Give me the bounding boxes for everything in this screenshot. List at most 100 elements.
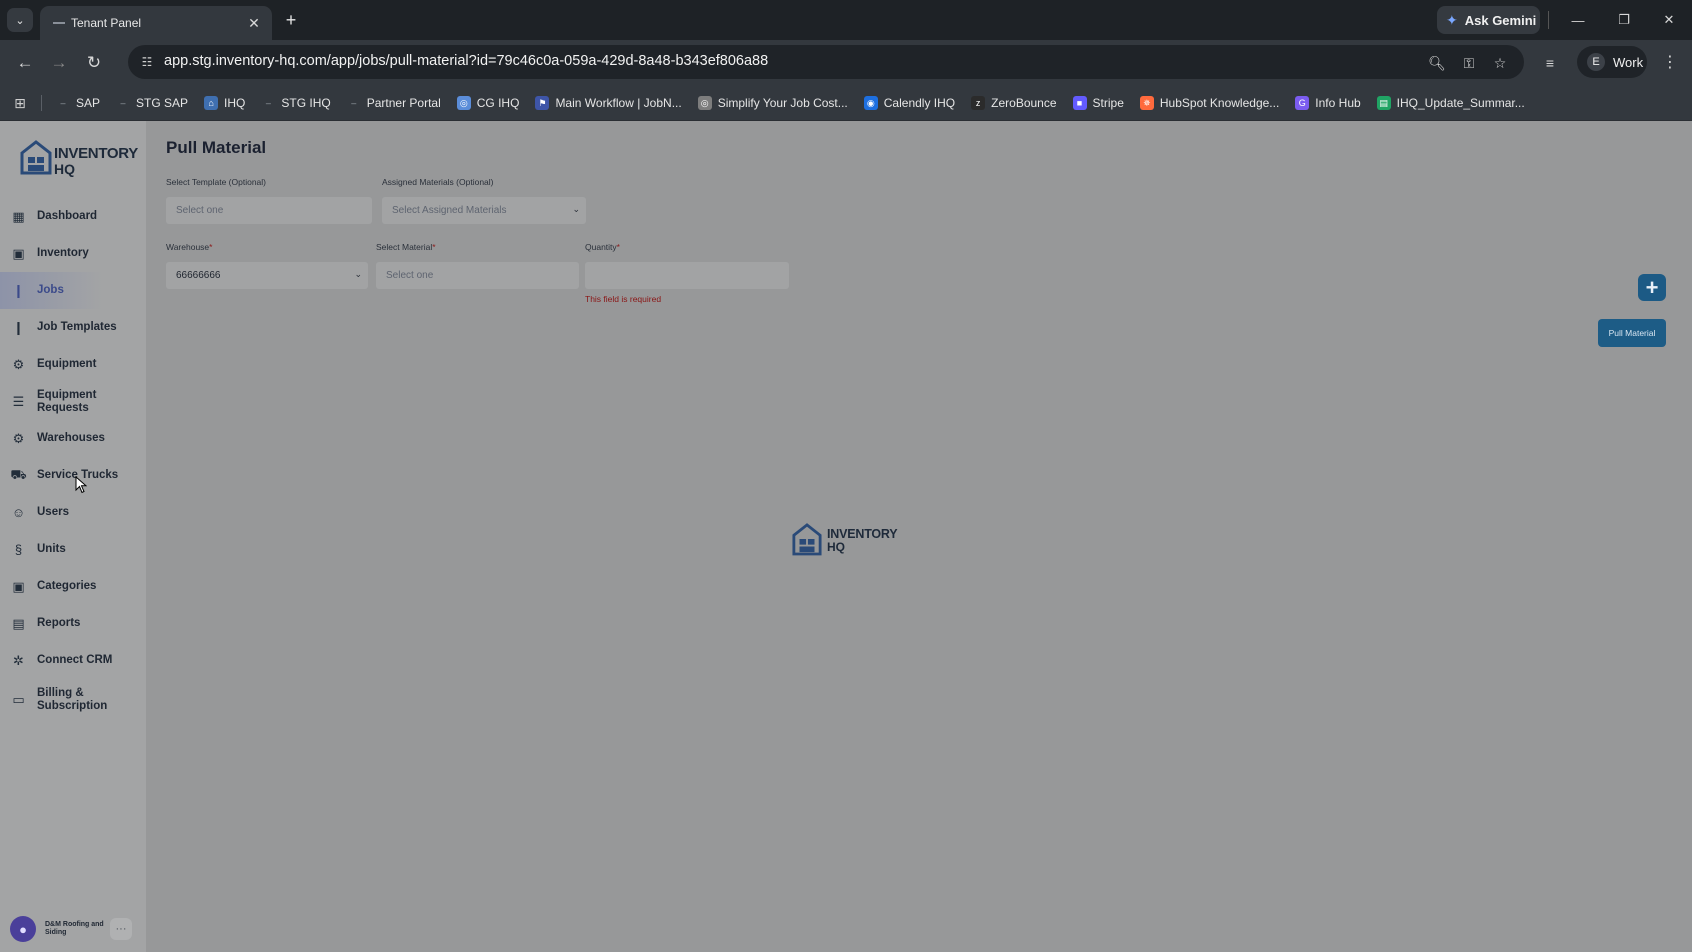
sidebar-item-inventory[interactable]: ▣ Inventory bbox=[0, 235, 146, 272]
required-asterisk: * bbox=[209, 242, 213, 252]
sidebar-item-warehouses[interactable]: ⚙ Warehouses bbox=[0, 420, 146, 457]
profile-button[interactable]: E Work bbox=[1577, 46, 1647, 78]
minimize-icon[interactable]: — bbox=[1563, 8, 1593, 32]
bookmark-label: Info Hub bbox=[1315, 96, 1361, 110]
bookmark-item[interactable]: ⌂ IHQ bbox=[204, 96, 245, 110]
grid-icon: ▦ bbox=[12, 208, 25, 224]
chevron-down-icon: ⌄ bbox=[354, 269, 362, 279]
page-title: Pull Material bbox=[166, 138, 267, 157]
account-card[interactable]: ● D&M Roofing and Siding ··· bbox=[10, 914, 136, 944]
sidebar-item-equipment[interactable]: ⚙ Equipment bbox=[0, 346, 146, 383]
sheet-icon: ▤ bbox=[1376, 96, 1391, 110]
brand-line2: HQ bbox=[54, 161, 75, 177]
bookmark-label: Partner Portal bbox=[366, 96, 441, 110]
pull-material-button[interactable]: Pull Material bbox=[1598, 319, 1666, 347]
chevron-down-icon: ⌄ bbox=[572, 204, 580, 214]
account-avatar-icon: ● bbox=[10, 916, 36, 942]
warehouse-logo-icon bbox=[20, 140, 52, 175]
zoom-icon[interactable]: 🔍︎ bbox=[1427, 53, 1447, 73]
bookmark-item[interactable]: ◉ Calendly IHQ bbox=[863, 96, 955, 110]
bookmark-label: STG SAP bbox=[136, 96, 189, 110]
gemini-sparkle-icon: ✦ bbox=[1446, 11, 1458, 28]
sidebar-item-billing-subscription[interactable]: ▭ Billing & Subscription bbox=[0, 679, 146, 721]
bookmark-item[interactable]: – Partner Portal bbox=[347, 96, 441, 110]
quantity-label: Quantity* bbox=[585, 242, 620, 252]
g-icon: G bbox=[1295, 96, 1310, 110]
tools-icon: ⚙ bbox=[12, 430, 25, 446]
warehouse-label: Warehouse* bbox=[166, 242, 212, 252]
assigned-materials-select[interactable]: Select Assigned Materials ⌄ bbox=[382, 197, 586, 224]
bookmark-item[interactable]: – STG SAP bbox=[116, 96, 189, 110]
tab-list-chevron-icon[interactable]: ⌄ bbox=[7, 8, 33, 32]
assigned-materials-label: Assigned Materials (Optional) bbox=[382, 177, 494, 187]
dash-icon: – bbox=[265, 98, 271, 108]
sidebar-item-job-templates[interactable]: ❙ Job Templates bbox=[0, 309, 146, 346]
address-bar[interactable]: ☷ app.stg.inventory-hq.com/app/jobs/pull… bbox=[128, 45, 1524, 79]
sidebar-item-jobs[interactable]: ❙ Jobs bbox=[0, 272, 146, 309]
sidebar-item-equipment-requests[interactable]: ☰ Equipment Requests bbox=[0, 383, 146, 420]
sidebar-item-units[interactable]: § Units bbox=[0, 531, 146, 568]
bookmark-item[interactable]: z ZeroBounce bbox=[971, 96, 1057, 110]
warehouse-value: 66666666 bbox=[176, 270, 221, 281]
units-icon: § bbox=[14, 542, 23, 557]
bar-chart-icon: ❙ bbox=[13, 282, 24, 298]
loading-logo: INVENTORY HQ bbox=[792, 520, 912, 560]
sidebar-item-reports[interactable]: ▤ Reports bbox=[0, 605, 146, 642]
browser-toolbar: ← → ↻ ☷ app.stg.inventory-hq.com/app/job… bbox=[0, 40, 1692, 85]
material-select[interactable]: Select one bbox=[376, 262, 579, 289]
card-icon: ▭ bbox=[12, 692, 25, 707]
bookmark-item[interactable]: ◎ Simplify Your Job Cost... bbox=[697, 96, 848, 110]
bookmark-item[interactable]: – SAP bbox=[56, 96, 100, 110]
bookmark-item[interactable]: ⚑ Main Workflow | JobN... bbox=[535, 96, 682, 110]
profile-name: Work bbox=[1613, 54, 1644, 70]
sidebar-item-users[interactable]: ☺ Users bbox=[0, 494, 146, 531]
bookmark-item[interactable]: G Info Hub bbox=[1295, 96, 1361, 110]
new-tab-plus-icon[interactable]: + bbox=[279, 9, 303, 31]
bookmark-item[interactable]: ✵ HubSpot Knowledge... bbox=[1139, 96, 1279, 110]
close-window-icon[interactable]: ✕ bbox=[1654, 8, 1684, 32]
tab-close-icon[interactable]: ✕ bbox=[244, 13, 264, 33]
bookmarks-separator bbox=[41, 95, 42, 111]
brand-logo[interactable]: INVENTORY HQ bbox=[20, 139, 138, 179]
add-row-button[interactable]: + bbox=[1638, 274, 1666, 301]
site-settings-icon[interactable]: ☷ bbox=[137, 52, 157, 72]
quantity-input[interactable] bbox=[585, 262, 789, 289]
warehouse-logo-icon bbox=[792, 523, 822, 556]
warehouse-select[interactable]: 66666666 ⌄ bbox=[166, 262, 368, 289]
required-asterisk: * bbox=[432, 242, 436, 252]
material-placeholder: Select one bbox=[386, 270, 434, 281]
sidebar-item-connect-crm[interactable]: ✲ Connect CRM bbox=[0, 642, 146, 679]
sidebar: INVENTORY HQ ▦ Dashboard ▣ Inventory ❙ Jobs ❙ J… bbox=[0, 121, 146, 952]
forward-arrow-icon[interactable]: → bbox=[47, 51, 71, 75]
tabbar-separator bbox=[1548, 11, 1549, 29]
sidebar-item-label: Reports bbox=[37, 617, 81, 629]
bookmark-item[interactable]: ◎ CG IHQ bbox=[456, 96, 519, 110]
apps-grid-icon[interactable]: ⊞ bbox=[11, 94, 29, 112]
url-text[interactable]: app.stg.inventory-hq.com/app/jobs/pull-m… bbox=[164, 53, 768, 69]
bookmark-item[interactable]: – STG IHQ bbox=[261, 96, 331, 110]
mouse-cursor-icon bbox=[75, 476, 87, 494]
ask-gemini-button[interactable]: ✦ Ask Gemini bbox=[1437, 6, 1540, 34]
loader-line2: HQ bbox=[827, 540, 845, 554]
browser-tab-active[interactable]: Tenant Panel ✕ bbox=[40, 6, 272, 40]
back-arrow-icon[interactable]: ← bbox=[13, 51, 37, 75]
profile-avatar: E bbox=[1587, 53, 1605, 71]
bookmark-star-icon[interactable]: ☆ bbox=[1490, 53, 1510, 73]
reading-list-icon[interactable]: ≡ bbox=[1540, 53, 1560, 73]
template-placeholder: Select one bbox=[176, 205, 224, 216]
reload-icon[interactable]: ↻ bbox=[82, 51, 106, 75]
browser-tab-bar: ⌄ Tenant Panel ✕ + ✦ Ask Gemini — ❐ ✕ bbox=[0, 0, 1692, 40]
truck-icon: ⛟ bbox=[10, 466, 27, 482]
sidebar-item-label: Warehouses bbox=[37, 432, 105, 444]
password-key-icon[interactable]: ⚿ bbox=[1459, 53, 1479, 73]
sidebar-item-dashboard[interactable]: ▦ Dashboard bbox=[0, 198, 146, 235]
restore-window-icon[interactable]: ❐ bbox=[1609, 8, 1639, 32]
bookmark-item[interactable]: ■ Stripe bbox=[1072, 96, 1124, 110]
account-more-button[interactable]: ··· bbox=[110, 918, 132, 940]
sidebar-item-categories[interactable]: ▣ Categories bbox=[0, 568, 146, 605]
sidebar-item-service-trucks[interactable]: ⛟ Service Trucks bbox=[0, 457, 146, 494]
bookmark-item[interactable]: ▤ IHQ_Update_Summar... bbox=[1376, 96, 1525, 110]
template-select[interactable]: Select one bbox=[166, 197, 372, 224]
bar-chart-icon: ❙ bbox=[13, 319, 24, 335]
browser-menu-icon[interactable]: ⋮ bbox=[1659, 50, 1681, 74]
